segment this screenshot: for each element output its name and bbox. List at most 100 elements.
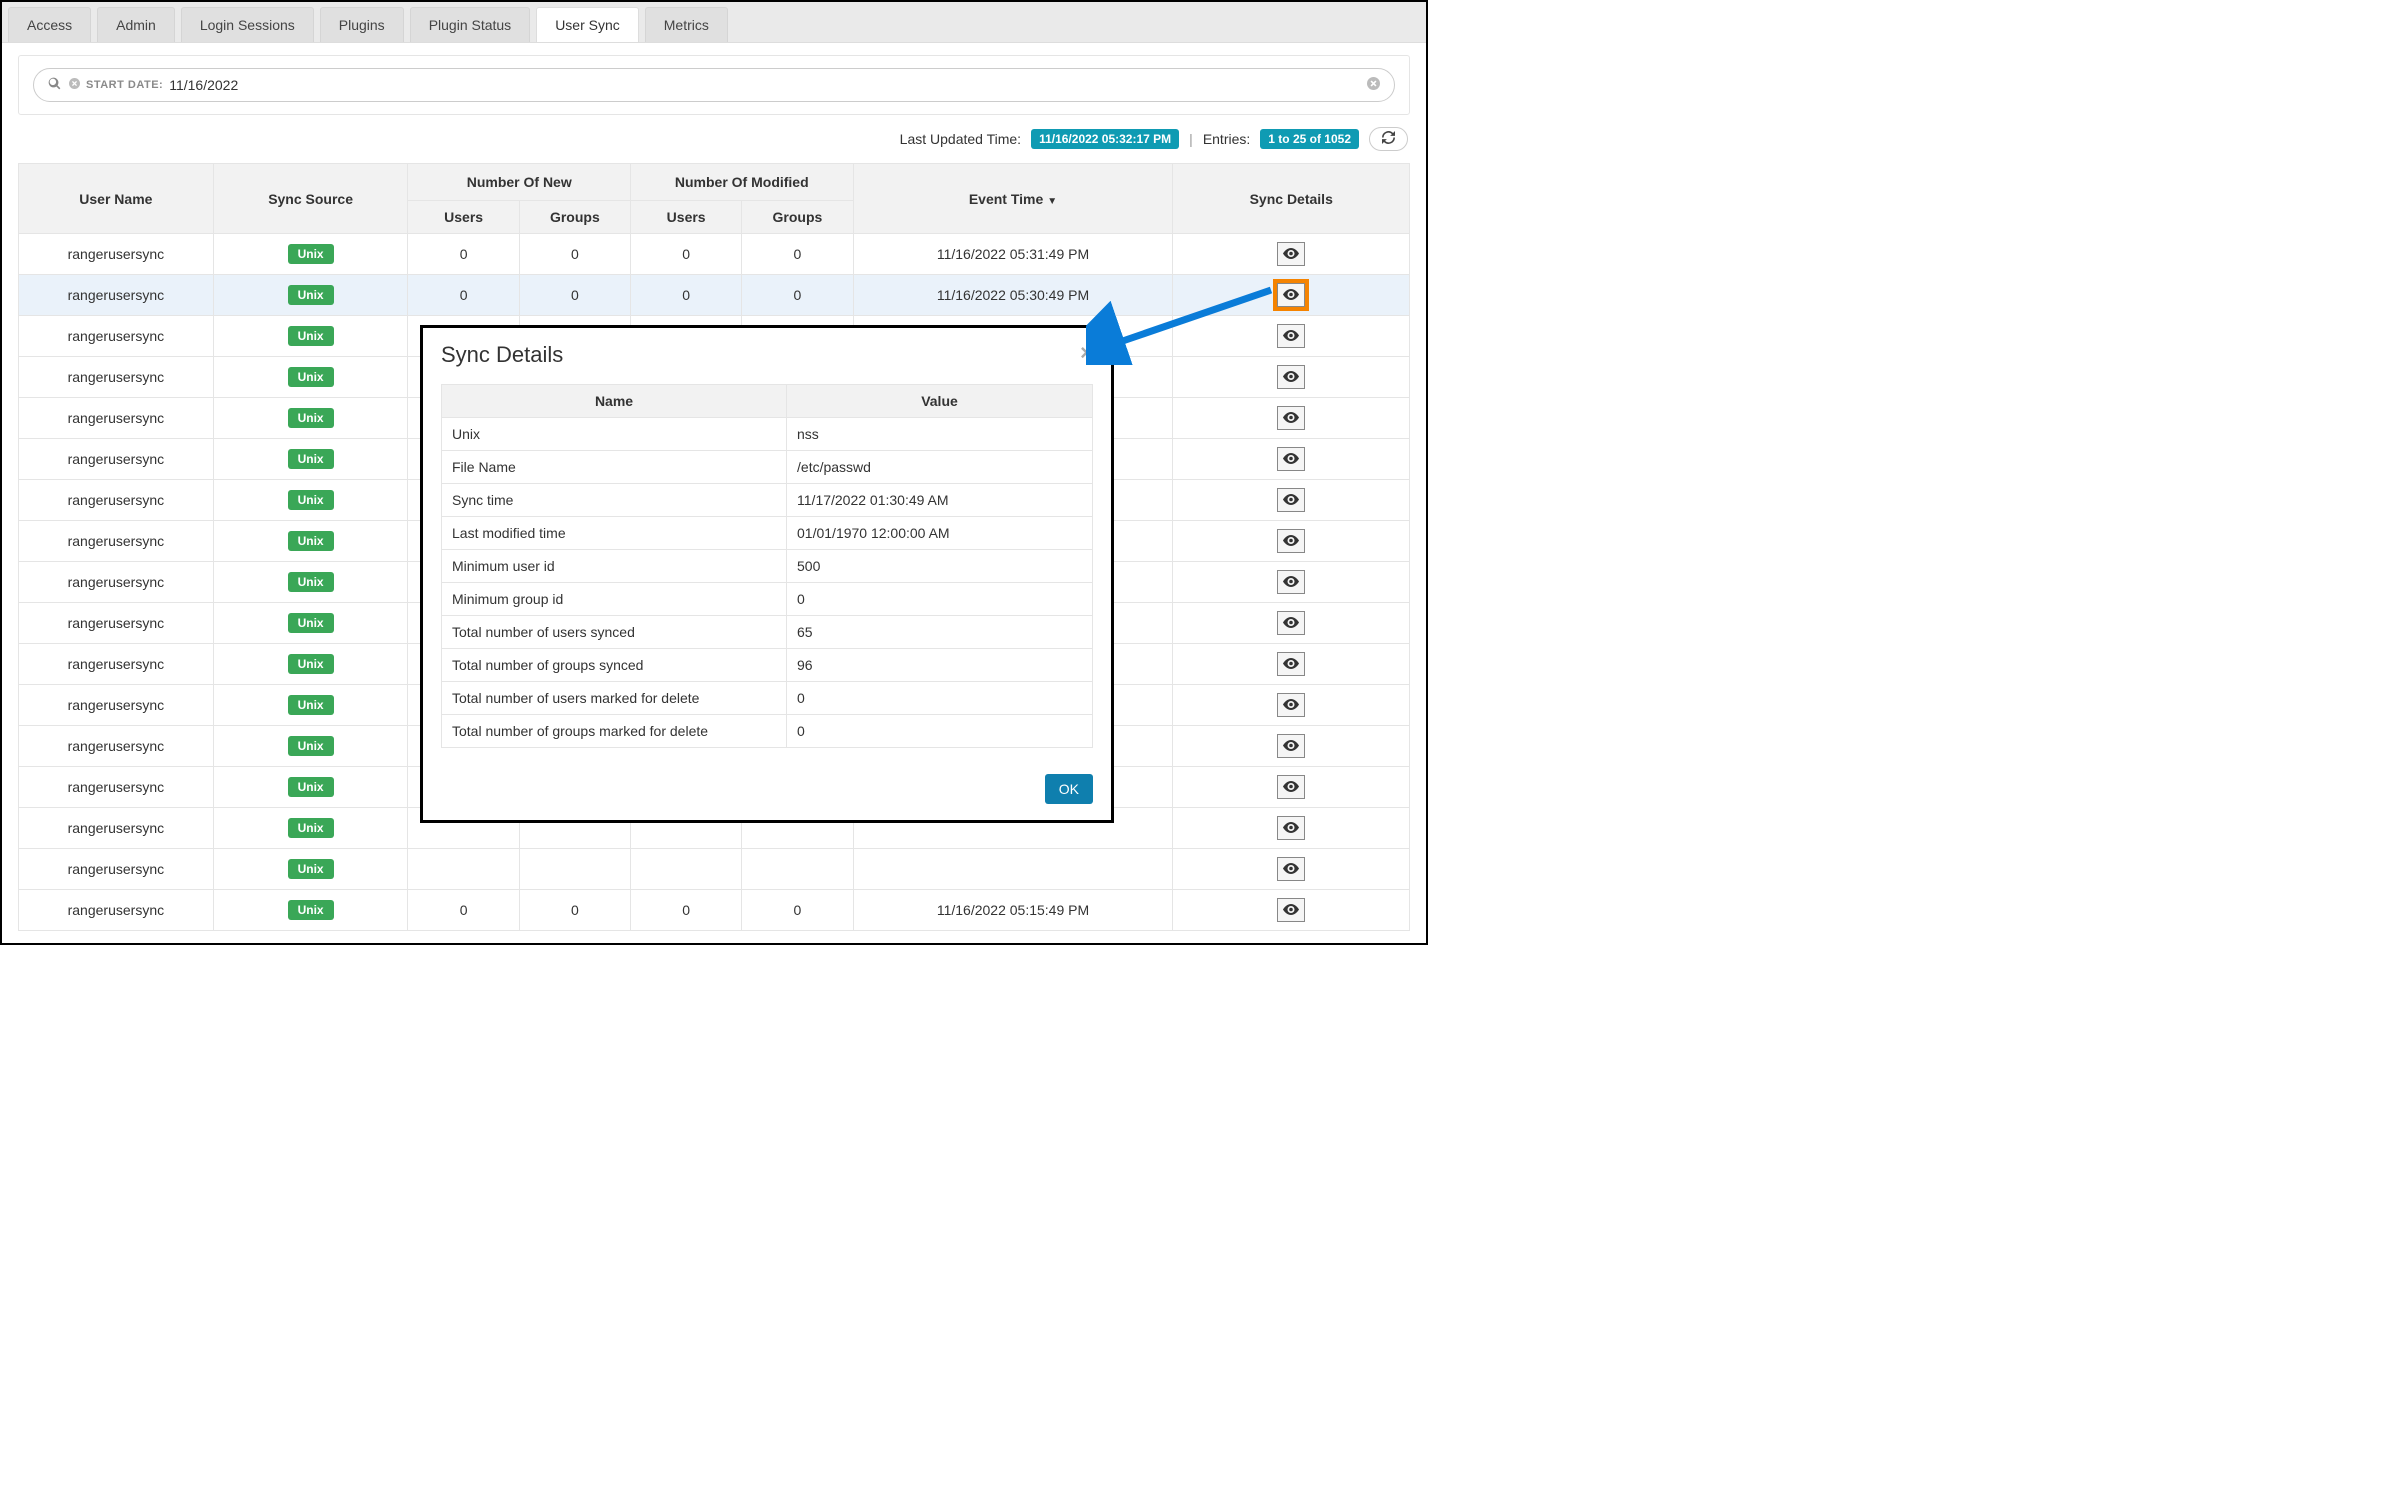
cell-event-time <box>853 849 1173 890</box>
detail-row: Minimum group id0 <box>442 583 1093 616</box>
cell-source: Unix <box>213 439 408 480</box>
cell-mod-users: 0 <box>631 890 742 931</box>
view-details-button[interactable] <box>1277 857 1305 881</box>
detail-row: Sync time11/17/2022 01:30:49 AM <box>442 484 1093 517</box>
view-details-button[interactable] <box>1277 693 1305 717</box>
cell-new-users <box>408 849 519 890</box>
cell-source: Unix <box>213 316 408 357</box>
col-username[interactable]: User Name <box>19 164 214 234</box>
detail-row: File Name/etc/passwd <box>442 451 1093 484</box>
tab-admin[interactable]: Admin <box>97 7 175 42</box>
col-new-groups[interactable]: Groups <box>519 201 630 234</box>
source-badge: Unix <box>288 449 334 469</box>
view-details-button[interactable] <box>1277 611 1305 635</box>
refresh-button[interactable] <box>1369 127 1408 151</box>
detail-value: 0 <box>787 682 1093 715</box>
entries-label: Entries: <box>1203 131 1250 147</box>
view-details-button[interactable] <box>1277 734 1305 758</box>
col-mod-users[interactable]: Users <box>631 201 742 234</box>
tab-metrics[interactable]: Metrics <box>645 7 728 42</box>
cell-source: Unix <box>213 398 408 439</box>
entries-value: 1 to 25 of 1052 <box>1260 129 1359 149</box>
cell-sync-details <box>1173 275 1410 316</box>
view-details-button[interactable] <box>1277 324 1305 348</box>
clear-search-icon[interactable] <box>1367 77 1380 93</box>
view-details-button[interactable] <box>1277 775 1305 799</box>
cell-username: rangerusersync <box>19 316 214 357</box>
cell-source: Unix <box>213 275 408 316</box>
cell-source: Unix <box>213 849 408 890</box>
col-mod-groups[interactable]: Groups <box>742 201 853 234</box>
source-badge: Unix <box>288 244 334 264</box>
cell-username: rangerusersync <box>19 275 214 316</box>
cell-username: rangerusersync <box>19 890 214 931</box>
cell-mod-users: 0 <box>631 275 742 316</box>
source-badge: Unix <box>288 818 334 838</box>
cell-mod-groups: 0 <box>742 890 853 931</box>
source-badge: Unix <box>288 572 334 592</box>
search-panel: START DATE: 11/16/2022 <box>18 55 1410 115</box>
detail-value: 65 <box>787 616 1093 649</box>
cell-new-groups: 0 <box>519 234 630 275</box>
ok-button[interactable]: OK <box>1045 774 1093 804</box>
source-badge: Unix <box>288 736 334 756</box>
detail-name: Total number of users synced <box>442 616 787 649</box>
tab-plugins[interactable]: Plugins <box>320 7 404 42</box>
detail-name: Last modified time <box>442 517 787 550</box>
cell-username: rangerusersync <box>19 357 214 398</box>
cell-source: Unix <box>213 808 408 849</box>
view-details-button[interactable] <box>1277 816 1305 840</box>
view-details-button[interactable] <box>1277 898 1305 922</box>
cell-sync-details <box>1173 480 1410 521</box>
view-details-button[interactable] <box>1277 570 1305 594</box>
cell-sync-details <box>1173 890 1410 931</box>
clear-filter-icon[interactable] <box>69 78 80 92</box>
view-details-button[interactable] <box>1277 447 1305 471</box>
detail-name: Minimum group id <box>442 583 787 616</box>
view-details-button[interactable] <box>1277 652 1305 676</box>
cell-username: rangerusersync <box>19 480 214 521</box>
detail-value: 11/17/2022 01:30:49 AM <box>787 484 1093 517</box>
search-input[interactable]: START DATE: 11/16/2022 <box>33 68 1395 102</box>
detail-row: Total number of users synced65 <box>442 616 1093 649</box>
detail-row: Total number of groups marked for delete… <box>442 715 1093 748</box>
cell-new-users: 0 <box>408 275 519 316</box>
view-details-button[interactable] <box>1277 283 1305 307</box>
cell-source: Unix <box>213 890 408 931</box>
cell-event-time: 11/16/2022 05:30:49 PM <box>853 275 1173 316</box>
detail-name: Total number of users marked for delete <box>442 682 787 715</box>
cell-source: Unix <box>213 603 408 644</box>
view-details-button[interactable] <box>1277 406 1305 430</box>
detail-row: Total number of groups synced96 <box>442 649 1093 682</box>
tab-plugin-status[interactable]: Plugin Status <box>410 7 531 42</box>
cell-sync-details <box>1173 398 1410 439</box>
cell-new-groups: 0 <box>519 890 630 931</box>
detail-col-name: Name <box>442 385 787 418</box>
source-badge: Unix <box>288 777 334 797</box>
cell-mod-users: 0 <box>631 234 742 275</box>
view-details-button[interactable] <box>1277 242 1305 266</box>
cell-mod-groups: 0 <box>742 234 853 275</box>
detail-name: Sync time <box>442 484 787 517</box>
cell-source: Unix <box>213 562 408 603</box>
tab-user-sync[interactable]: User Sync <box>536 7 639 42</box>
cell-event-time: 11/16/2022 05:15:49 PM <box>853 890 1173 931</box>
view-details-button[interactable] <box>1277 488 1305 512</box>
cell-sync-details <box>1173 521 1410 562</box>
col-new-users[interactable]: Users <box>408 201 519 234</box>
cell-source: Unix <box>213 644 408 685</box>
tab-login-sessions[interactable]: Login Sessions <box>181 7 314 42</box>
detail-value: 01/01/1970 12:00:00 AM <box>787 517 1093 550</box>
source-badge: Unix <box>288 613 334 633</box>
cell-new-groups <box>519 849 630 890</box>
modal-close-button[interactable]: × <box>1080 342 1093 364</box>
detail-row: Minimum user id500 <box>442 550 1093 583</box>
cell-sync-details <box>1173 439 1410 480</box>
cell-new-users: 0 <box>408 234 519 275</box>
col-syncsource[interactable]: Sync Source <box>213 164 408 234</box>
view-details-button[interactable] <box>1277 365 1305 389</box>
source-badge: Unix <box>288 285 334 305</box>
view-details-button[interactable] <box>1277 529 1305 553</box>
tab-access[interactable]: Access <box>8 7 91 42</box>
col-eventtime[interactable]: Event Time▼ <box>853 164 1173 234</box>
